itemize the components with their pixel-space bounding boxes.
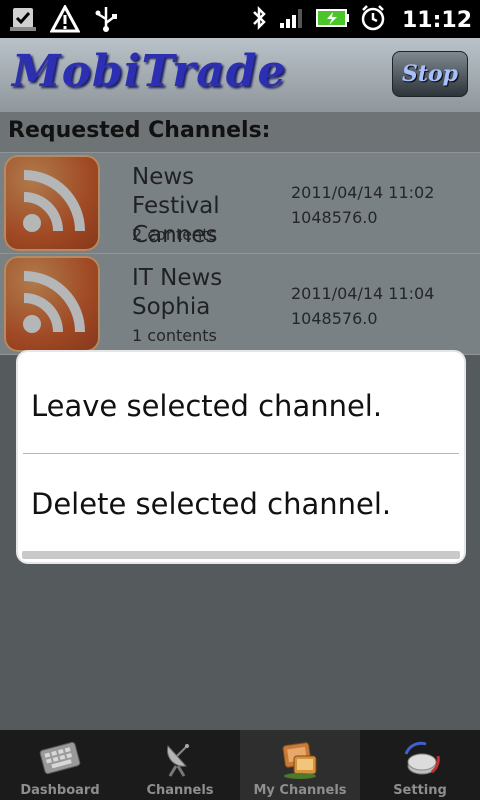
tv-icon	[276, 736, 324, 780]
context-menu-dialog: Leave selected channel. Delete selected …	[18, 352, 464, 562]
keyboard-icon	[36, 736, 84, 780]
dialog-bottom-bar	[22, 551, 460, 559]
tab-channels[interactable]: Channels	[120, 730, 240, 800]
leave-channel-menu-item[interactable]: Leave selected channel.	[18, 357, 464, 455]
menu-divider	[23, 453, 459, 454]
battery-icon	[315, 7, 350, 33]
stop-button[interactable]: Stop	[392, 51, 468, 97]
status-bar: 11:12	[0, 0, 480, 38]
status-bar-notifications	[10, 3, 118, 37]
satellite-dish-icon	[156, 736, 204, 780]
status-bar-system: 11:12	[250, 4, 472, 36]
page-title: Requested Channels:	[8, 118, 271, 143]
signal-icon	[278, 6, 306, 34]
tab-setting[interactable]: Setting	[360, 730, 480, 800]
app-logo: MobiTrade	[12, 46, 287, 97]
tab-my-channels[interactable]: My Channels	[240, 730, 360, 800]
bluetooth-icon	[250, 4, 268, 36]
tab-label: My Channels	[253, 783, 347, 798]
tab-label: Dashboard	[20, 783, 100, 798]
warning-icon	[49, 3, 81, 37]
tab-label: Setting	[393, 783, 447, 798]
bottom-tab-bar: Dashboard Channels My Channels Setting	[0, 730, 480, 800]
app-header: MobiTrade Stop	[0, 38, 480, 112]
tab-dashboard[interactable]: Dashboard	[0, 730, 120, 800]
delete-channel-menu-item[interactable]: Delete selected channel.	[18, 455, 464, 553]
task-check-icon	[10, 5, 36, 37]
tab-label: Channels	[146, 783, 214, 798]
settings-icon	[396, 736, 444, 780]
status-clock: 11:12	[401, 7, 472, 33]
alarm-clock-icon	[360, 4, 386, 36]
usb-icon	[94, 5, 118, 37]
